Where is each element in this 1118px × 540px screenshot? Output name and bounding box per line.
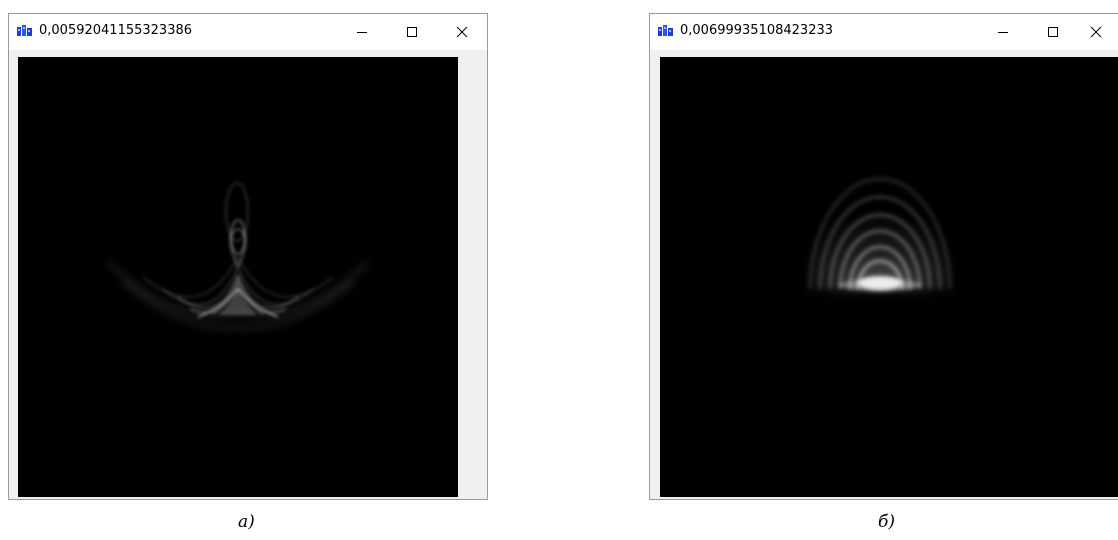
maximize-icon [1048,27,1058,37]
app-window-a: 0,00592041155323386 [8,13,488,500]
interference-curves-image [106,182,370,330]
minimize-icon [998,32,1008,33]
maximize-button[interactable] [1030,14,1076,50]
title-bar[interactable]: 0,00592041155323386 [9,14,487,50]
minimize-icon [357,32,367,33]
app-window-b: 0,00699935108423233 [649,13,1118,500]
render-canvas[interactable] [660,57,1118,497]
close-icon [456,26,468,38]
app-icon [17,25,32,36]
app-icon [658,25,673,36]
window-title: 0,00592041155323386 [39,23,193,38]
window-title: 0,00699935108423233 [680,23,834,38]
render-canvas[interactable] [18,57,458,497]
minimize-button[interactable] [980,14,1026,50]
figure-caption-a: а) [238,512,255,532]
close-icon [1090,26,1102,38]
close-button[interactable] [439,14,485,50]
maximize-icon [407,27,417,37]
figure-caption-b: б) [878,512,896,532]
maximize-button[interactable] [389,14,435,50]
glowing-arcs-image [808,177,952,291]
title-bar[interactable]: 0,00699935108423233 [650,14,1118,50]
minimize-button[interactable] [339,14,385,50]
close-button[interactable] [1073,14,1118,50]
